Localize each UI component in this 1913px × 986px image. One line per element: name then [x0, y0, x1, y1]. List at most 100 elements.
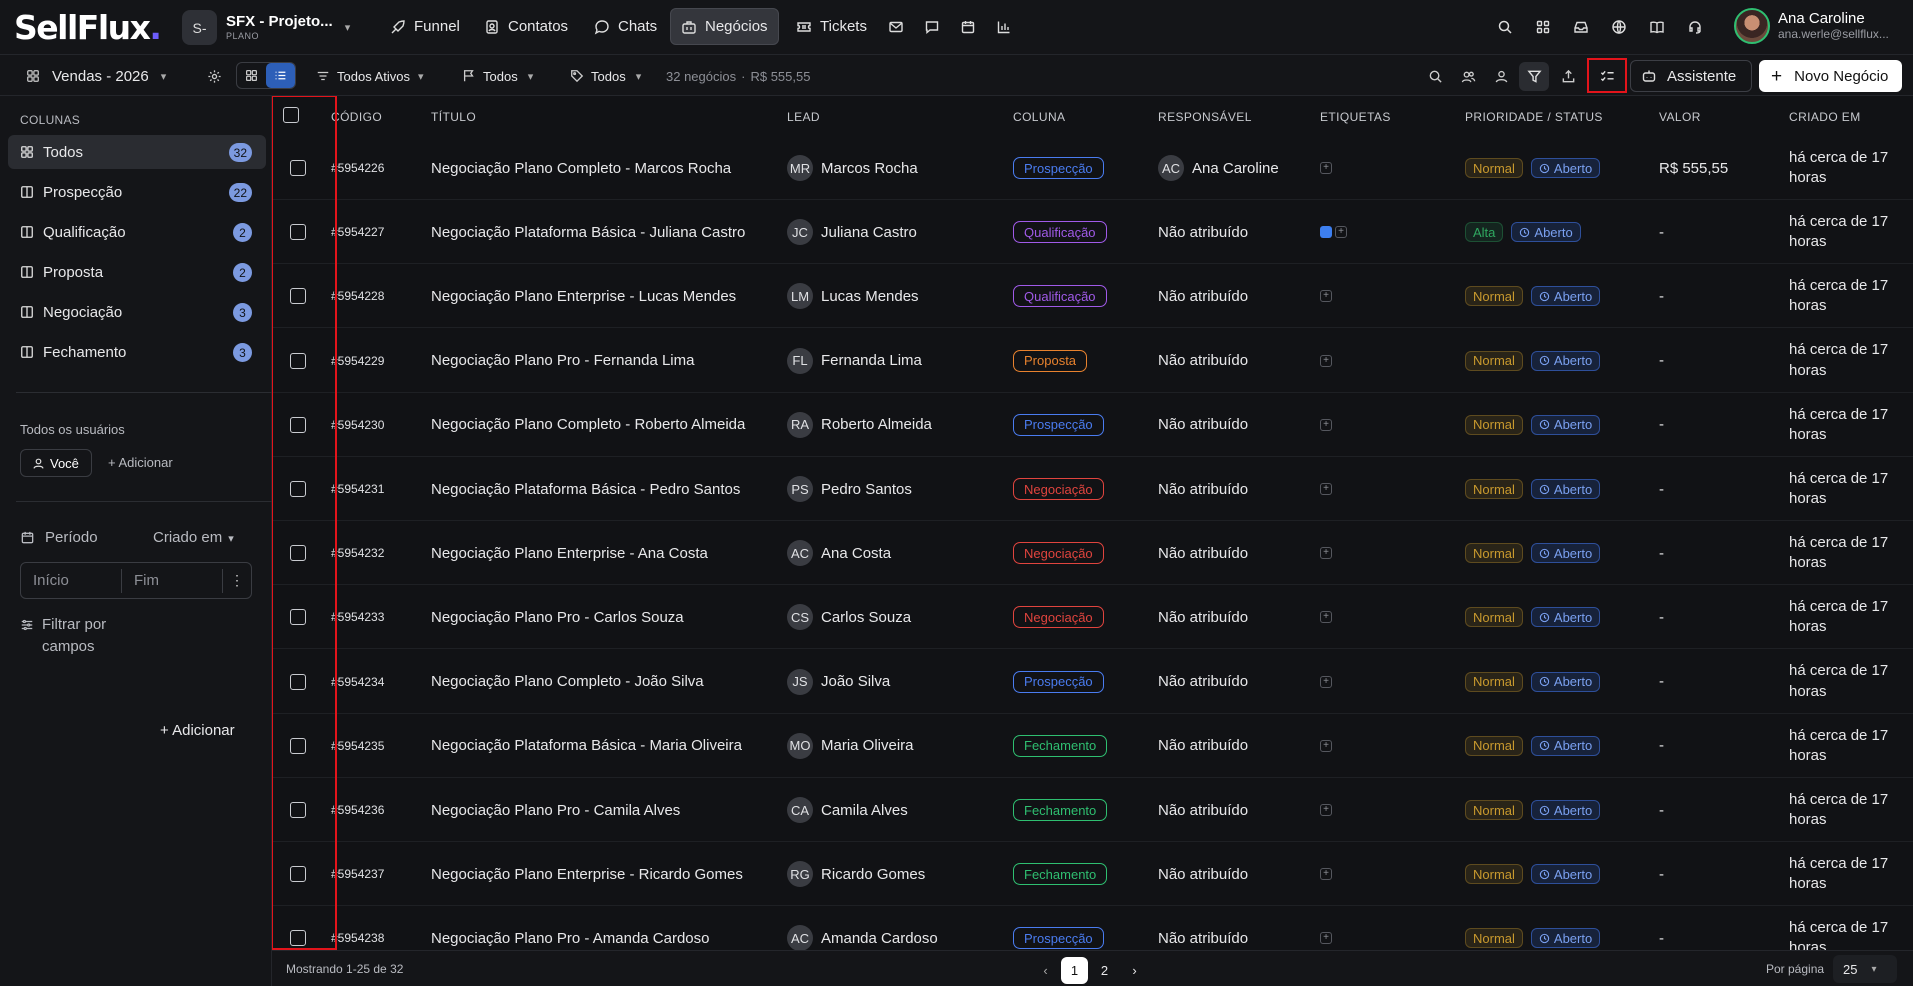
tags-cell[interactable]: + [1320, 650, 1332, 714]
column-cell[interactable]: Qualificação [1013, 264, 1107, 328]
book-icon[interactable] [1646, 16, 1668, 38]
column-cell[interactable]: Negociação [1013, 521, 1104, 585]
table-row[interactable]: #5954231 Negociação Plataforma Básica - P… [272, 457, 1913, 521]
tags-cell[interactable]: + [1320, 136, 1332, 200]
priority-status-cell[interactable]: Normal Aberto [1465, 457, 1601, 521]
column-cell[interactable]: Negociação [1013, 457, 1104, 521]
chevron-left-icon[interactable]: ‹ [1032, 957, 1059, 984]
sidebar-item-negociacao[interactable]: Negociação 3 [8, 295, 266, 329]
funnel-filter-icon[interactable] [1519, 62, 1549, 91]
deal-code[interactable]: #5954233 [331, 585, 384, 649]
sidebar-item-proposta[interactable]: Proposta 2 [8, 255, 266, 289]
header-code[interactable]: CÓDIGO [331, 110, 382, 124]
priority-status-cell[interactable]: Normal Aberto [1465, 136, 1601, 200]
nav-negocios[interactable]: Negócios [670, 8, 779, 45]
table-row[interactable]: #5954229 Negociação Plano Pro - Fernanda … [272, 329, 1913, 393]
tags-cell[interactable]: + [1320, 521, 1332, 585]
add-tag-icon[interactable]: + [1320, 162, 1332, 174]
nav-contatos[interactable]: Contatos [474, 8, 578, 45]
priority-status-cell[interactable]: Normal Aberto [1465, 329, 1601, 393]
add-filter-button[interactable]: + Adicionar [160, 722, 235, 739]
header-lead[interactable]: LEAD [787, 110, 820, 124]
deal-title[interactable]: Negociação Plano Completo - João Silva [431, 650, 704, 714]
owner-cell[interactable]: Não atribuído [1158, 393, 1248, 457]
user-icon[interactable] [1486, 62, 1516, 91]
table-row[interactable]: #5954226 Negociação Plano Completo - Marc… [272, 136, 1913, 200]
add-tag-icon[interactable]: + [1320, 611, 1332, 624]
add-tag-icon[interactable]: + [1320, 483, 1332, 495]
tags-cell[interactable]: + [1320, 714, 1332, 778]
table-row[interactable]: #5954237 Negociação Plano Enterprise - Ri… [272, 842, 1913, 907]
owner-cell[interactable]: Não atribuído [1158, 842, 1248, 906]
column-cell[interactable]: Prospecção [1013, 906, 1104, 950]
deal-title[interactable]: Negociação Plataforma Básica - Juliana C… [431, 200, 745, 264]
page-2-button[interactable]: 2 [1091, 957, 1118, 984]
new-deal-button[interactable]: + Novo Negócio [1759, 60, 1902, 92]
search-icon[interactable] [1494, 16, 1516, 38]
tags-cell[interactable]: + [1320, 842, 1332, 906]
deal-title[interactable]: Negociação Plano Pro - Amanda Cardoso [431, 906, 710, 950]
priority-status-cell[interactable]: Normal Aberto [1465, 778, 1601, 842]
lead-cell[interactable]: CS Carlos Souza [787, 585, 911, 649]
header-value[interactable]: VALOR [1659, 110, 1701, 124]
owner-cell[interactable]: AC Ana Caroline [1158, 136, 1279, 200]
add-tag-icon[interactable]: + [1320, 418, 1332, 431]
tags-cell[interactable]: + [1320, 329, 1332, 393]
column-cell[interactable]: Prospecção [1013, 650, 1104, 714]
table-row[interactable]: #5954232 Negociação Plano Enterprise - An… [272, 521, 1913, 586]
globe-icon[interactable] [1608, 16, 1630, 38]
deal-code[interactable]: #5954237 [331, 842, 384, 906]
mail-icon[interactable] [884, 17, 908, 37]
header-priority-status[interactable]: PRIORIDADE / STATUS [1465, 110, 1603, 124]
header-column[interactable]: COLUNA [1013, 110, 1065, 124]
add-tag-icon[interactable]: + [1320, 804, 1332, 816]
owner-cell[interactable]: Não atribuído [1158, 457, 1248, 521]
inbox-icon[interactable] [1570, 16, 1592, 38]
nav-funnel[interactable]: Funnel [380, 8, 470, 45]
more-vertical-icon[interactable]: ⋮ [223, 572, 251, 589]
add-tag-icon[interactable]: + [1320, 868, 1332, 881]
list-view-button[interactable] [266, 63, 295, 88]
deal-code[interactable]: #5954231 [331, 457, 384, 521]
header-created[interactable]: CRIADO EM [1789, 110, 1861, 124]
priority-status-cell[interactable]: Normal Aberto [1465, 521, 1601, 585]
lead-cell[interactable]: AC Ana Costa [787, 521, 891, 585]
header-owner[interactable]: RESPONSÁVEL [1158, 110, 1252, 124]
lead-cell[interactable]: LM Lucas Mendes [787, 264, 919, 328]
add-tag-icon[interactable]: + [1320, 290, 1332, 303]
start-date-field[interactable]: Início [21, 568, 122, 593]
priority-status-cell[interactable]: Normal Aberto [1465, 906, 1601, 950]
add-tag-icon[interactable]: + [1320, 739, 1332, 752]
deal-title[interactable]: Negociação Plano Enterprise - Lucas Mend… [431, 264, 736, 328]
lead-cell[interactable]: AC Amanda Cardoso [787, 906, 938, 950]
deal-code[interactable]: #5954238 [331, 906, 384, 950]
table-row[interactable]: #5954234 Negociação Plano Completo - João… [272, 650, 1913, 714]
owner-cell[interactable]: Não atribuído [1158, 650, 1248, 714]
lead-cell[interactable]: JS João Silva [787, 650, 890, 714]
deal-code[interactable]: #5954227 [331, 200, 384, 264]
board-selector[interactable]: Vendas - 2026 ▾ [26, 55, 166, 97]
owner-cell[interactable]: Não atribuído [1158, 200, 1248, 264]
column-cell[interactable]: Proposta [1013, 329, 1088, 393]
deal-title[interactable]: Negociação Plano Enterprise - Ana Costa [431, 521, 708, 585]
deal-code[interactable]: #5954235 [331, 714, 384, 778]
project-switcher[interactable]: S- SFX - Projeto... PLANO ▾ [182, 10, 350, 45]
per-page-select[interactable]: 25 ▾ [1833, 955, 1897, 983]
owner-cell[interactable]: Não atribuído [1158, 521, 1248, 585]
headset-icon[interactable] [1684, 16, 1706, 38]
table-row[interactable]: #5954228 Negociação Plano Enterprise - Lu… [272, 264, 1913, 329]
lead-cell[interactable]: MO Maria Oliveira [787, 714, 914, 778]
add-tag-icon[interactable]: + [1335, 226, 1347, 239]
table-row[interactable]: #5954236 Negociação Plano Pro - Camila Al… [272, 778, 1913, 842]
sidebar-item-prospeccao[interactable]: Prospecção 22 [8, 175, 266, 209]
column-cell[interactable]: Prospecção [1013, 136, 1104, 200]
header-tags[interactable]: ETIQUETAS [1320, 110, 1391, 124]
sellflux-logo[interactable]: SellFlux. [14, 8, 162, 47]
priority-status-cell[interactable]: Normal Aberto [1465, 650, 1601, 714]
deal-code[interactable]: #5954232 [331, 521, 384, 585]
deal-title[interactable]: Negociação Plano Completo - Roberto Alme… [431, 393, 745, 457]
column-cell[interactable]: Qualificação [1013, 200, 1107, 264]
user-menu[interactable]: Ana Caroline ana.werle@sellflux... [1734, 8, 1889, 44]
deal-code[interactable]: #5954234 [331, 650, 384, 714]
table-row[interactable]: #5954235 Negociação Plataforma Básica - M… [272, 714, 1913, 778]
